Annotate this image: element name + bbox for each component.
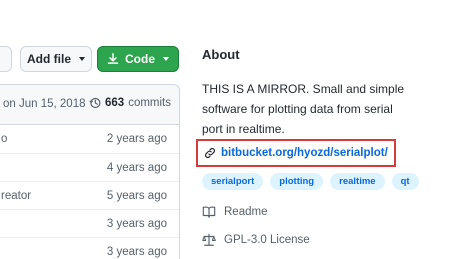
commit-age: 2 years ago: [106, 133, 167, 145]
file-row[interactable]: 3 years ago: [0, 209, 179, 237]
website-link[interactable]: bitbucket.org/hyozd/serialplot/: [221, 147, 388, 159]
commit-bar: on Jun 15, 2018 663 commits: [0, 84, 180, 124]
topic-tag[interactable]: qt: [391, 173, 419, 190]
law-icon: [202, 233, 216, 246]
commit-count: 663: [105, 97, 125, 109]
commit-age: 5 years ago: [106, 190, 167, 202]
file-row[interactable]: 4 years ago: [0, 153, 179, 181]
website-link-highlight: bitbucket.org/hyozd/serialplot/: [196, 139, 396, 167]
book-icon: [202, 206, 216, 218]
caret-down-icon: [163, 57, 169, 61]
commit-age: 4 years ago: [106, 162, 167, 174]
file-list: o 2 years ago 4 years ago reator 5 years…: [0, 124, 180, 259]
commit-age: 3 years ago: [106, 218, 167, 230]
code-label: Code: [125, 52, 155, 66]
topic-tag[interactable]: serialport: [202, 173, 264, 190]
readme-label: Readme: [224, 206, 268, 218]
file-row[interactable]: reator 5 years ago: [0, 181, 179, 209]
code-button[interactable]: Code: [97, 46, 179, 72]
about-description: THIS IS A MIRROR. Small and simple softw…: [202, 82, 405, 136]
file-row[interactable]: o 2 years ago: [0, 125, 179, 153]
readme-link[interactable]: Readme: [202, 205, 267, 219]
history-icon: [89, 97, 101, 109]
download-icon: [107, 53, 119, 64]
commit-message[interactable]: reator: [1, 190, 31, 202]
topic-tag[interactable]: realtime: [330, 173, 385, 190]
commit-age: 3 years ago: [106, 246, 167, 258]
commits-label: commits: [128, 97, 171, 109]
add-file-label: Add file: [27, 52, 71, 66]
add-file-button[interactable]: Add file: [20, 46, 92, 72]
topic-tag[interactable]: plotting: [270, 173, 324, 190]
commits-link[interactable]: 663 commits: [89, 97, 171, 109]
topic-list: serialport plotting realtime qt: [202, 173, 419, 190]
caret-down-icon: [79, 57, 85, 61]
about-heading: About: [202, 47, 240, 62]
license-label: GPL-3.0 License: [224, 234, 310, 246]
commit-message[interactable]: o: [1, 133, 7, 145]
file-row[interactable]: 3 years ago: [0, 237, 179, 259]
license-link[interactable]: GPL-3.0 License: [202, 233, 310, 247]
repo-file-panel: Add file Code on Jun 15, 2018 663 commit…: [0, 0, 182, 259]
commit-date: on Jun 15, 2018: [3, 98, 86, 110]
partial-button[interactable]: [0, 46, 12, 72]
link-icon: [205, 148, 215, 158]
